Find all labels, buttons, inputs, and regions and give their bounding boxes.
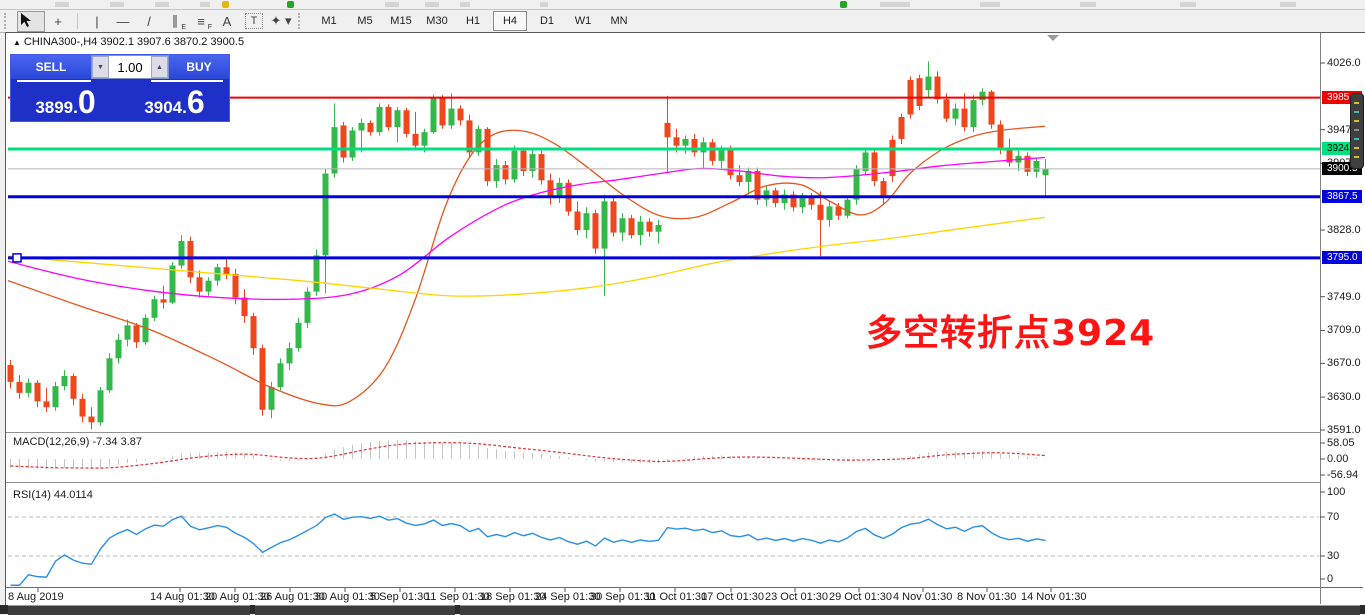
rsi-line — [11, 514, 1046, 585]
price-scale-tick: 3709.0 — [1327, 324, 1361, 336]
price-line-label: 3867.5 — [1322, 190, 1362, 203]
sell-button[interactable]: SELL — [11, 55, 91, 79]
buy-button[interactable]: BUY — [169, 55, 229, 79]
price-scale-tick: 3828.0 — [1327, 224, 1361, 236]
scroll-thumb-tick — [1354, 156, 1359, 158]
volume-stepper: ▼ ▲ — [91, 55, 169, 79]
macd-signal-line — [11, 443, 1046, 468]
volume-input[interactable] — [109, 56, 151, 78]
macd-scale-label: 0.00 — [1327, 453, 1348, 465]
rsi-scale-label: 0 — [1327, 573, 1333, 585]
price-scale-tick: 3749.0 — [1327, 291, 1361, 303]
rsi-label: RSI(14) 44.0114 — [13, 489, 93, 501]
buy-underline — [151, 80, 223, 82]
buy-price[interactable]: 3904.6 — [120, 79, 229, 119]
price-scale-tick: 4026.0 — [1327, 57, 1361, 69]
scroll-thumb-tick — [1354, 147, 1359, 149]
scroll-thumb-tick — [1354, 138, 1359, 140]
macd-label: MACD(12,26,9) -7.34 3.87 — [13, 436, 142, 448]
volume-increase-button[interactable]: ▲ — [151, 56, 168, 78]
scrollbar-thumb[interactable] — [1350, 93, 1364, 169]
chart-annotation-text: 多空转折点3924 — [866, 304, 1155, 356]
rsi-scale-label: 30 — [1327, 550, 1339, 562]
hline-selection-handle — [13, 254, 21, 262]
one-click-trade-panel: SELL ▼ ▲ BUY 3899.0 3904.6 — [10, 54, 230, 122]
sell-underline — [17, 80, 91, 82]
scroll-thumb-tick — [1354, 120, 1359, 122]
rsi-scale-label: 70 — [1327, 511, 1339, 523]
volume-decrease-button[interactable]: ▼ — [92, 56, 109, 78]
price-scale-tick: 3591.0 — [1327, 424, 1361, 436]
sell-price[interactable]: 3899.0 — [11, 79, 120, 119]
ma-mid-magenta — [8, 157, 1045, 299]
macd-scale-label: -56.94 — [1327, 469, 1358, 481]
price-line-label: 3795.0 — [1322, 251, 1362, 264]
macd-scale-label: 58.05 — [1327, 437, 1355, 449]
symbol-header: ▲CHINA300-,H4 3902.1 3907.6 3870.2 3900.… — [13, 36, 244, 48]
price-scale-tick: 3630.0 — [1327, 391, 1361, 403]
price-scale-tick: 3670.0 — [1327, 357, 1361, 369]
scroll-thumb-tick — [1354, 129, 1359, 131]
scroll-thumb-tick — [1354, 102, 1359, 104]
scroll-thumb-tick — [1354, 111, 1359, 113]
rsi-scale-label: 100 — [1327, 486, 1345, 498]
collapse-triangle-icon[interactable]: ▲ — [13, 38, 21, 47]
